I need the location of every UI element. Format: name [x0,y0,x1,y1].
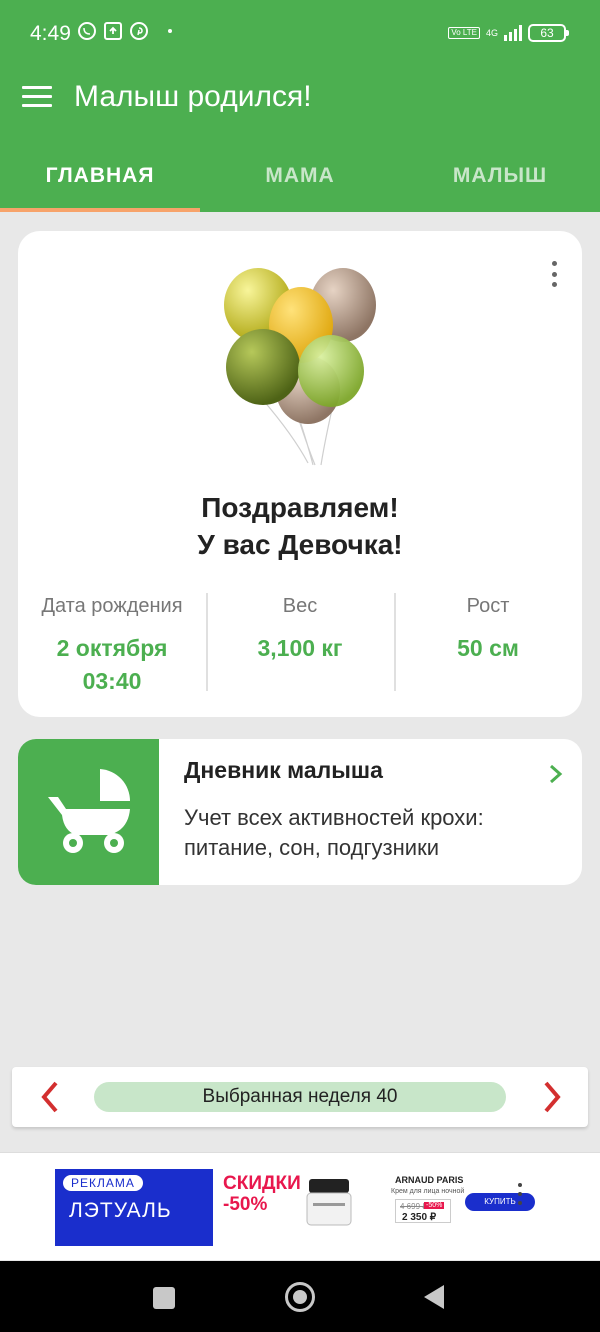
ad-price-box: 4 699 ₽ -50% 2 350 ₽ [395,1199,451,1223]
tab-baby[interactable]: МАЛЫШ [400,130,600,212]
birth-stats: Дата рождения 2 октября 03:40 Вес 3,100 … [18,591,582,694]
pinterest-icon [130,22,148,40]
back-button[interactable] [424,1285,444,1309]
ad-brand-name: ЛЭТУАЛЬ [69,1199,172,1222]
ad-more-options-icon[interactable] [517,1183,523,1205]
app-title: Малыш родился! [74,80,312,113]
ad-banner[interactable]: РЕКЛАМА ЛЭТУАЛЬ СКИДКИ -50% ARNAUD PARIS… [55,1169,541,1246]
ad-new-price: 2 350 ₽ [402,1212,437,1223]
viber-icon [78,22,96,40]
congrats-line-2: У вас Девочка! [197,529,403,560]
ad-brand-panel: РЕКЛАМА ЛЭТУАЛЬ [55,1169,213,1246]
more-options-icon[interactable] [550,261,558,287]
recent-apps-button[interactable] [153,1287,175,1309]
selected-week-label: Выбранная неделя 40 [94,1082,506,1112]
congratulations-heading: Поздравляем! У вас Девочка! [18,489,582,563]
stat-value: 2 октября 03:40 [18,632,206,698]
ad-fine-print [217,1231,539,1243]
hamburger-menu-icon[interactable] [22,86,52,110]
height-value: 50 см [457,635,519,661]
status-notification-icons [78,22,172,40]
volte-icon: Vo LTE [448,27,480,39]
ad-sale-line-1: СКИДКИ [223,1173,301,1194]
birth-summary-card: Поздравляем! У вас Девочка! Дата рождени… [18,231,582,717]
stat-label: Рост [466,595,510,617]
app-bar: Малыш родился! [0,70,600,130]
tab-main[interactable]: ГЛАВНАЯ [0,130,200,212]
status-system-icons: Vo LTE 4G 63 [448,24,569,42]
ad-discount-badge: -50% [424,1202,445,1209]
balloons-image [224,268,376,466]
stat-label: Вес [282,595,318,617]
status-time: 4:49 [30,22,71,45]
baby-diary-card[interactable]: Дневник малыша Учет всех активностей кро… [18,739,582,885]
signal-icon [504,25,522,41]
ad-sale-line-2: -50% [223,1194,268,1215]
battery-icon: 63 [528,24,569,42]
ad-area: РЕКЛАМА ЛЭТУАЛЬ СКИДКИ -50% ARNAUD PARIS… [0,1152,600,1260]
diary-icon-box [18,739,159,885]
stat-birth-date: Дата рождения 2 октября 03:40 [18,591,206,694]
stat-height: Рост 50 см [394,591,582,693]
status-bar: 4:49 Vo LTE 4G 63 [0,0,600,70]
weight-value: 3,100 кг [257,635,343,661]
diary-title: Дневник малыша [184,757,383,783]
chevron-right-icon [550,764,563,784]
battery-level: 63 [540,26,554,40]
stroller-icon [48,769,131,853]
birth-time-value: 03:40 [82,668,142,694]
cream-jar-image [306,1179,352,1226]
more-notifications-dot [168,29,172,33]
diary-description: Учет всех активностей крохи: питание, со… [184,805,484,860]
ad-product-brand: ARNAUD PARIS [395,1175,464,1185]
previous-week-arrow-icon[interactable] [36,1079,66,1115]
congrats-line-1: Поздравляем! [201,492,399,523]
stat-label: Дата рождения [41,595,183,617]
system-nav-bar [0,1261,600,1332]
home-button[interactable] [285,1282,315,1312]
network-type: 4G [485,28,498,38]
ad-label: РЕКЛАМА [63,1175,143,1191]
next-week-arrow-icon[interactable] [536,1079,566,1115]
stat-weight: Вес 3,100 кг [206,591,394,693]
tab-mom[interactable]: МАМА [200,130,400,212]
ad-product-description: Крем для лица ночной [391,1188,465,1195]
week-selector: Выбранная неделя 40 [12,1067,588,1127]
ad-sale-text: СКИДКИ -50% [223,1173,301,1215]
birth-date-value: 2 октября [56,635,168,661]
tab-bar: ГЛАВНАЯ МАМА МАЛЫШ [0,130,600,212]
ad-buy-button[interactable]: КУПИТЬ [465,1193,535,1211]
upload-icon [104,22,122,40]
